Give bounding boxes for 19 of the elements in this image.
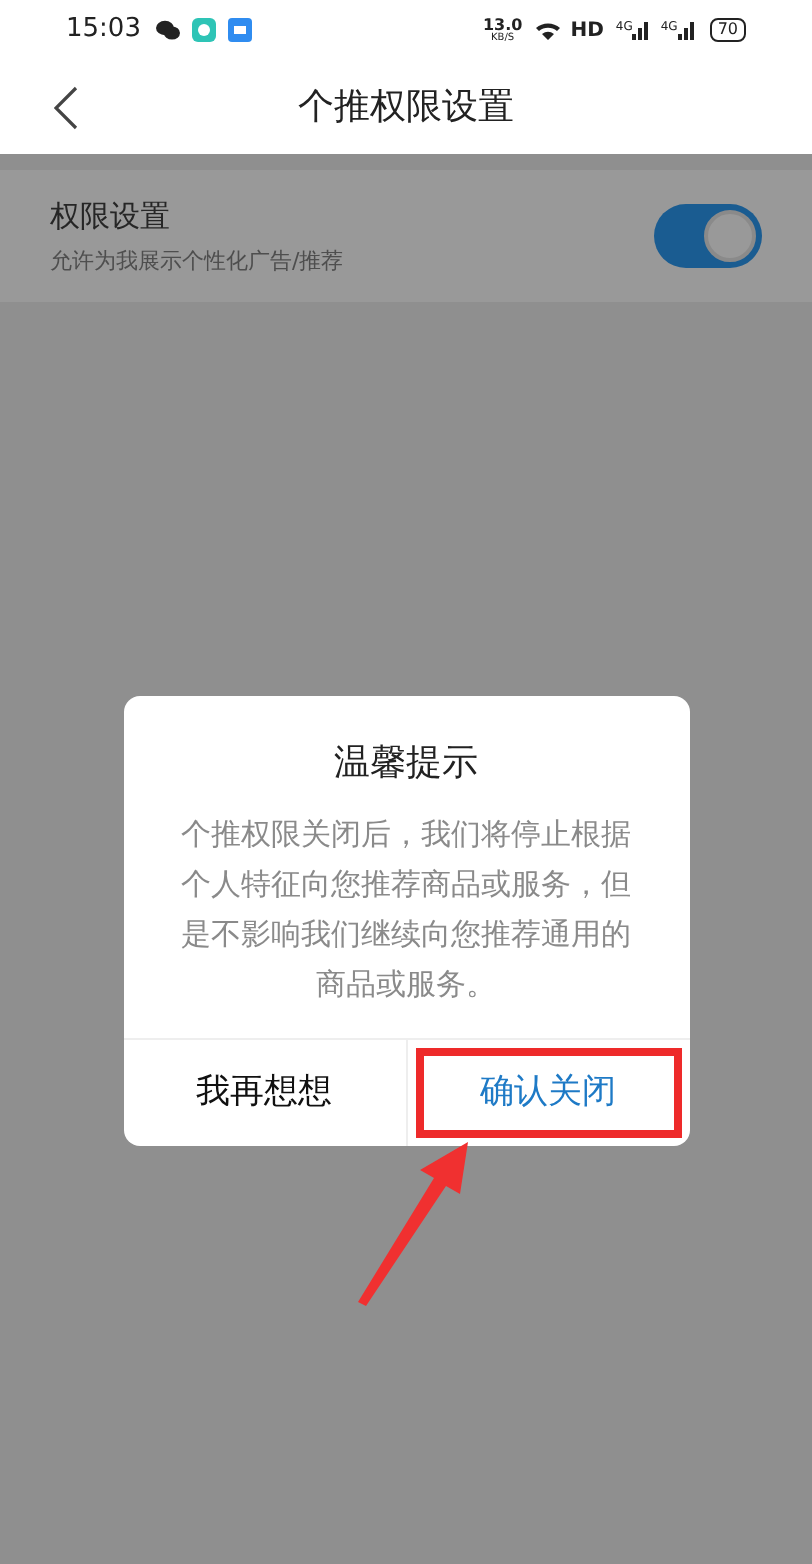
page-title: 个推权限设置 (296, 84, 516, 132)
signal-icon (677, 21, 694, 39)
app-icon (228, 18, 253, 42)
dialog-button[interactable]: 我再想想 (131, 1048, 397, 1138)
toggle-switch[interactable] (654, 204, 762, 268)
chat-icon (156, 20, 181, 40)
wifi-icon (534, 19, 563, 41)
highlighted-button[interactable]: 确认关闭 (415, 1048, 681, 1138)
setting-title: 权限设置 (50, 195, 172, 237)
back-icon[interactable] (54, 85, 78, 129)
network-speed: 13.0 (482, 17, 523, 33)
battery-indicator: 70 (709, 18, 746, 42)
dialog-message: 个推权限关闭后，我们将停止根据个人特征向您推荐商品或服务，但是不影响我们继续向您推荐通用的商品或服务。 (179, 814, 633, 1006)
hd-label: HD (570, 17, 604, 45)
setting-subtitle: 允许为我展示个性化广告/推荐 (50, 246, 346, 278)
signal-icon (632, 21, 649, 39)
status-time: 15:03 (66, 12, 141, 49)
app-icon (192, 18, 217, 42)
dialog-title: 温馨提示 (332, 740, 480, 788)
